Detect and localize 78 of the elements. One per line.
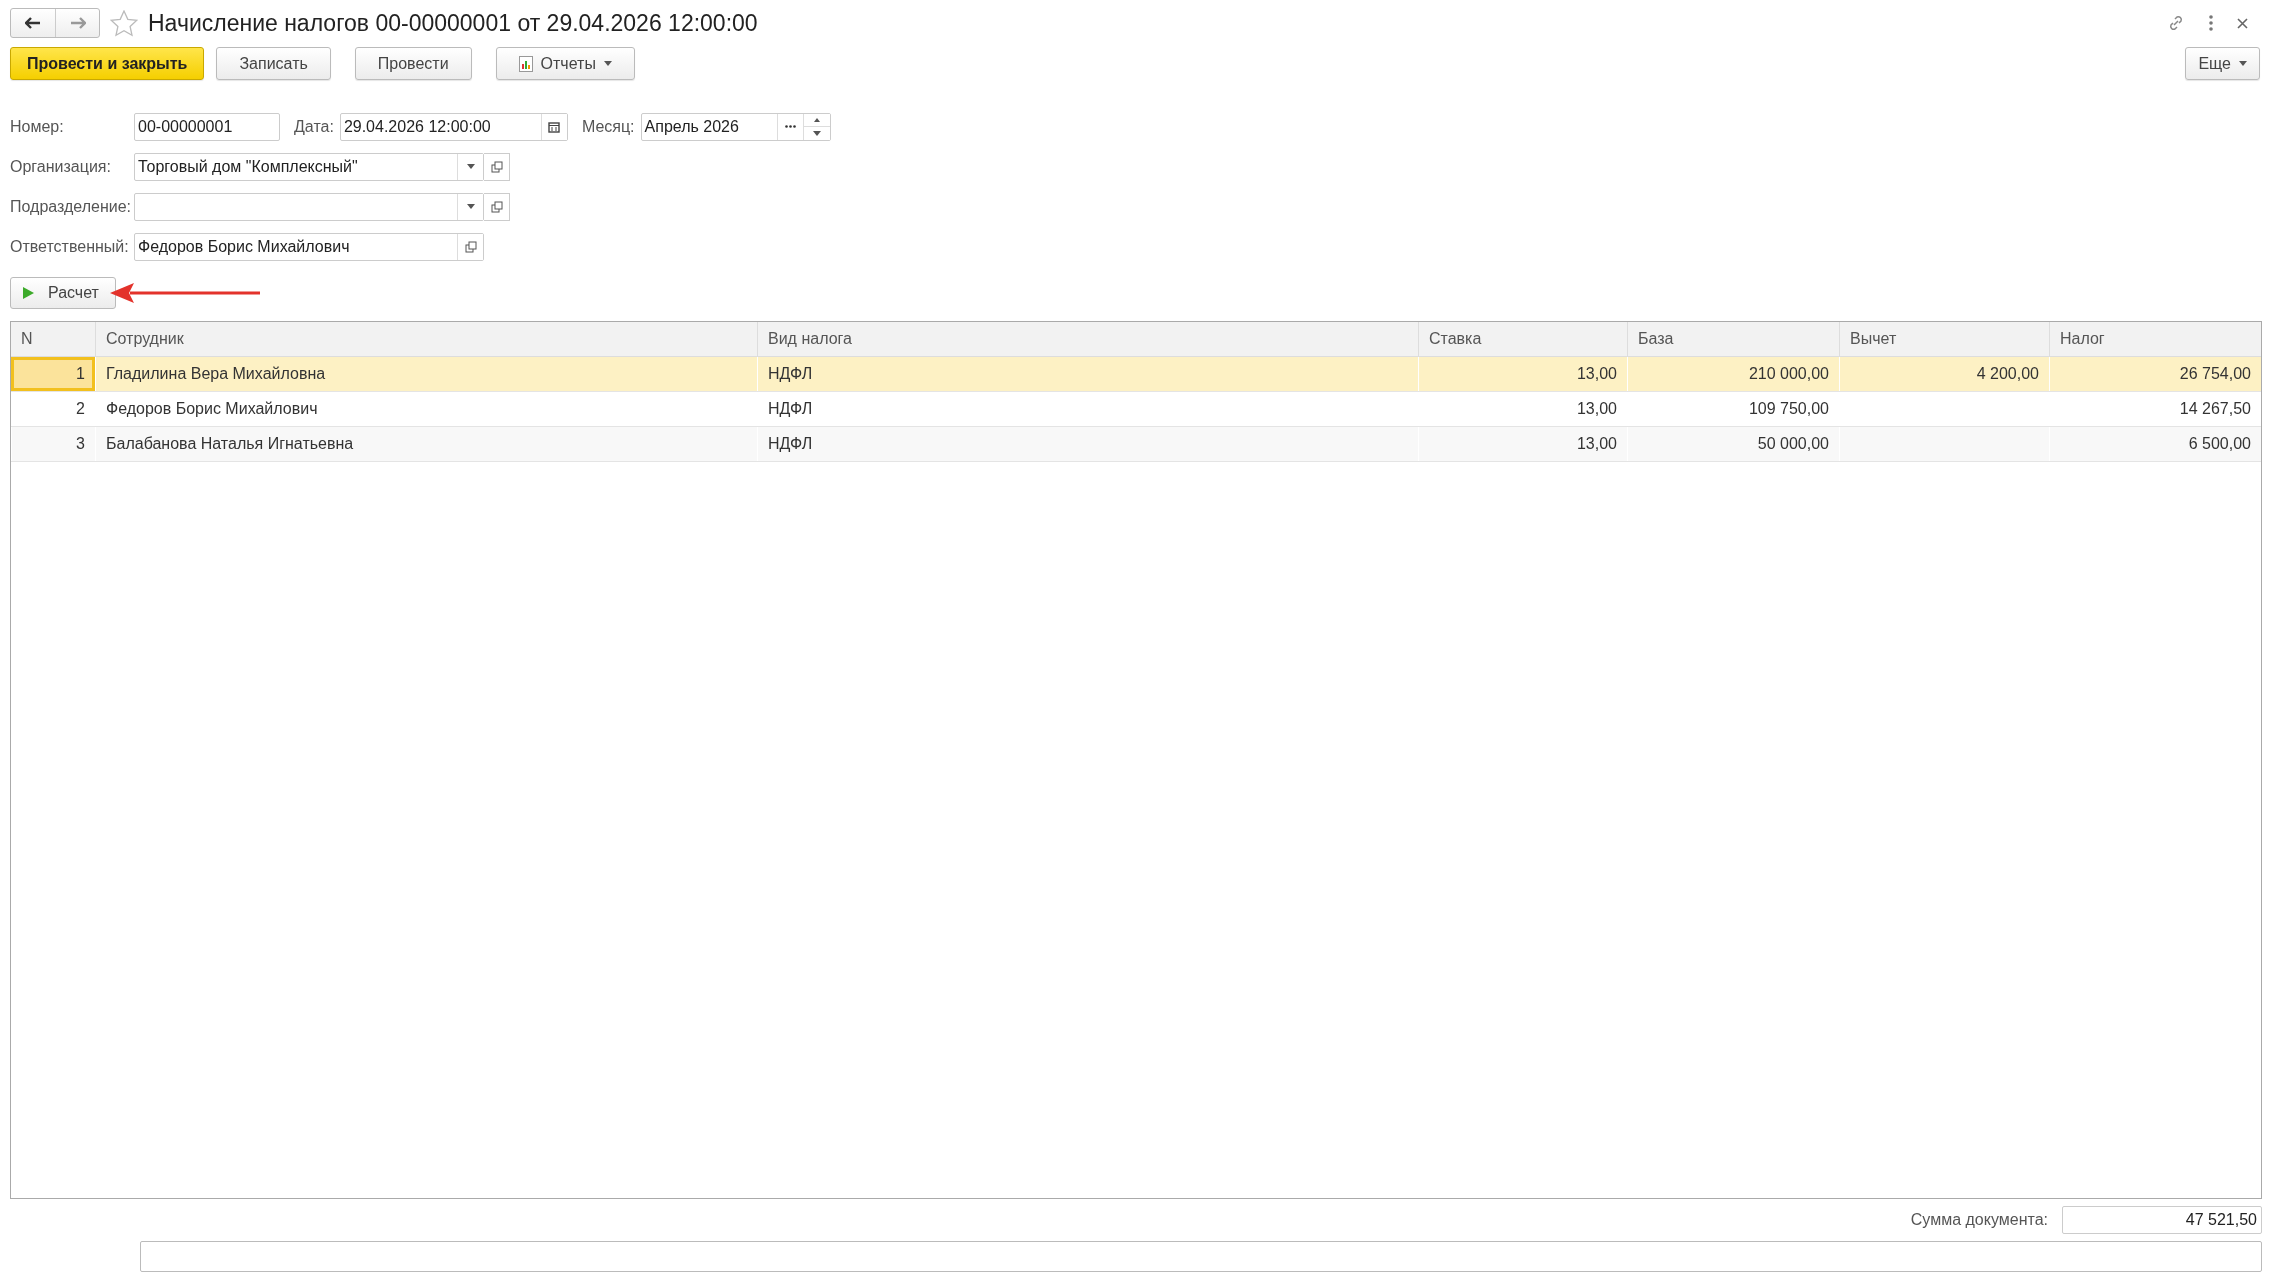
column-header[interactable]: Налог	[2049, 321, 2261, 356]
window-title: Начисление налогов 00-00000001 от 29.04.2026 12:00:00	[148, 9, 759, 37]
total-field: 47 521,50	[2062, 1205, 2262, 1234]
more-menu-button[interactable]: Еще	[2185, 47, 2260, 81]
right-arrow-icon	[69, 17, 86, 30]
play-icon	[23, 286, 34, 299]
field-label: Номер:	[10, 117, 65, 136]
up-caret-icon	[813, 118, 820, 123]
table-cell: Гладилина Вера Михайловна	[95, 356, 757, 391]
table-cell: НДФЛ	[757, 356, 1418, 391]
column-header[interactable]: N	[11, 321, 95, 356]
responsible-field[interactable]: Федоров Борис Михайлович	[134, 232, 484, 261]
column-header[interactable]: Сотрудник	[95, 321, 757, 356]
table-cell: 14 267,50	[2049, 391, 2261, 426]
department-field[interactable]	[134, 192, 484, 221]
table-row[interactable]: 1 Гладилина Вера Михайловна НДФЛ 13,00 210 000,00 4 200,00 26 754,00	[11, 356, 2261, 392]
table-cell: 50 000,00	[1627, 426, 1839, 461]
spin-down-button[interactable]	[803, 126, 830, 140]
close-icon	[2237, 17, 2248, 29]
calendar-button[interactable]	[540, 113, 567, 140]
table-row[interactable]: 3 Балабанова Наталья Игнатьевна НДФЛ 13,00 50 000,00 6 500,00	[11, 426, 2261, 462]
reports-menu-button[interactable]: Отчеты	[495, 47, 635, 81]
organization-field[interactable]: Торговый дом "Комплексный"	[134, 152, 484, 181]
toolbar-button[interactable]: Записать	[216, 47, 331, 81]
table-cell: 210 000,00	[1627, 356, 1839, 391]
field-label: Подразделение:	[10, 197, 133, 216]
link-button[interactable]	[2167, 14, 2185, 33]
caret-icon	[603, 61, 612, 67]
favorite-button[interactable]	[110, 9, 138, 37]
column-header[interactable]: Вид налога	[757, 321, 1418, 356]
number-field[interactable]: 00-00000001	[134, 112, 280, 141]
column-header[interactable]: База	[1627, 321, 1839, 356]
table-cell: 13,00	[1418, 356, 1627, 391]
table-cell: Балабанова Наталья Игнатьевна	[95, 426, 757, 461]
more-icon	[2209, 15, 2213, 32]
open-icon	[490, 200, 503, 213]
caret-icon	[812, 131, 821, 137]
table-cell: 13,00	[1418, 391, 1627, 426]
table-cell: 3	[11, 426, 95, 461]
open-icon	[464, 240, 477, 253]
total-label: Сумма документа:	[1910, 1210, 2048, 1229]
table-cell: 4 200,00	[1839, 356, 2049, 391]
table-cell: НДФЛ	[757, 391, 1418, 426]
caret-icon	[466, 204, 475, 210]
dropdown-button[interactable]	[457, 153, 483, 180]
open-icon	[490, 160, 503, 173]
field-label: Организация:	[10, 157, 112, 176]
dropdown-button[interactable]	[457, 193, 483, 220]
caret-icon	[466, 164, 475, 170]
left-arrow-icon	[25, 17, 41, 30]
toolbar-button[interactable]: Провести и закрыть	[10, 47, 205, 81]
date-field[interactable]: 29.04.2026 12:00:00	[339, 112, 568, 141]
comment-field[interactable]	[140, 1241, 2262, 1272]
toolbar-button[interactable]: Провести	[354, 47, 472, 81]
link-icon	[2167, 14, 2185, 33]
table-cell: Федоров Борис Михайлович	[95, 391, 757, 426]
table-cell: 109 750,00	[1627, 391, 1839, 426]
table-cell: 13,00	[1418, 426, 1627, 461]
caret-icon	[2239, 61, 2247, 67]
column-header[interactable]: Вычет	[1839, 321, 2049, 356]
table-cell: 1	[11, 356, 95, 391]
report-icon	[518, 55, 533, 72]
calculate-button[interactable]: Расчет	[10, 276, 116, 309]
star-icon	[110, 9, 138, 37]
menu-button[interactable]	[2209, 15, 2213, 32]
field-label: Ответственный:	[10, 237, 130, 256]
column-header[interactable]: Ставка	[1418, 321, 1627, 356]
calendar-icon	[548, 120, 561, 133]
close-button[interactable]	[2237, 17, 2248, 29]
field-label: Месяц:	[581, 117, 635, 136]
table-cell: 2	[11, 391, 95, 426]
ellipsis-icon	[784, 125, 796, 129]
open-button[interactable]	[457, 233, 483, 260]
field-label: Дата:	[294, 117, 334, 136]
table-cell: 26 754,00	[2049, 356, 2261, 391]
table-cell: НДФЛ	[757, 426, 1418, 461]
month-field[interactable]: Апрель 2026	[640, 112, 831, 141]
table-cell: 6 500,00	[2049, 426, 2261, 461]
